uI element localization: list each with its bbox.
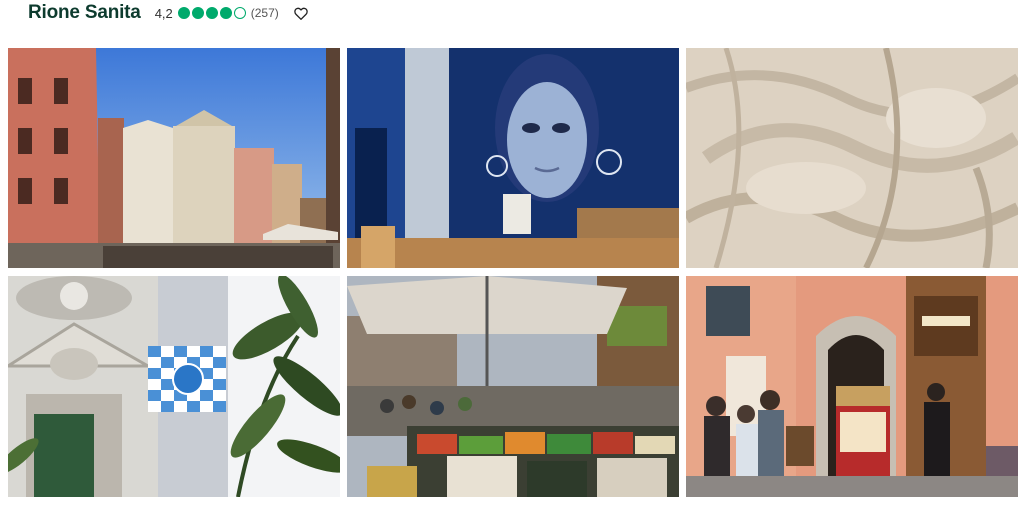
rating-bubble-filled xyxy=(205,7,218,19)
photo-gallery xyxy=(8,48,1018,497)
review-count-link[interactable]: (257) xyxy=(251,6,279,20)
photo-mural-woman-face-image xyxy=(347,48,679,268)
photo-blue-checkered-flag-facade-image xyxy=(8,276,340,497)
photo-marble-sculpture-relief-image xyxy=(686,48,1018,268)
photo-street-shop-entrance[interactable] xyxy=(686,276,1018,497)
photo-street-market-stalls-image xyxy=(347,276,679,497)
rating-bubble-empty xyxy=(233,7,246,19)
place-title: Rione Sanita xyxy=(28,2,141,23)
photo-street-buildings-image xyxy=(8,48,340,268)
rating-bubble-filled xyxy=(177,7,190,19)
rating-bubbles xyxy=(177,7,246,19)
rating-value: 4,2 xyxy=(154,5,173,21)
photo-mural-woman-face[interactable] xyxy=(347,48,679,268)
photo-blue-checkered-flag-facade[interactable] xyxy=(8,276,340,497)
save-favorite-button[interactable] xyxy=(293,5,309,21)
rating-bubble-filled xyxy=(219,7,232,19)
photo-marble-sculpture-relief[interactable] xyxy=(686,48,1018,268)
place-header: Rione Sanita 4,2 (257) xyxy=(28,0,309,26)
photo-street-shop-entrance-image xyxy=(686,276,1018,497)
photo-street-market-stalls[interactable] xyxy=(347,276,679,497)
heart-icon xyxy=(294,7,308,20)
rating-bubble-filled xyxy=(191,7,204,19)
photo-street-buildings[interactable] xyxy=(8,48,340,268)
